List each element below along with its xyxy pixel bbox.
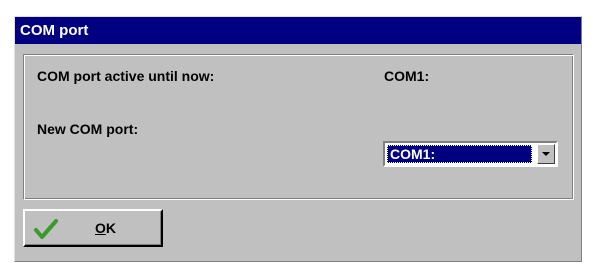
- ok-button-label: OK: [95, 220, 116, 236]
- active-port-value: COM1:: [384, 68, 430, 84]
- new-port-label: New COM port:: [37, 121, 139, 137]
- chevron-down-icon: [542, 151, 550, 156]
- active-port-label: COM port active until now:: [37, 68, 215, 84]
- new-port-select-value[interactable]: COM1:: [387, 145, 532, 163]
- com-port-dialog: COM port COM port active until now: COM1…: [14, 16, 582, 262]
- ok-mnemonic: O: [95, 220, 106, 236]
- ok-button[interactable]: OK: [23, 209, 163, 247]
- dialog-title: COM port: [15, 17, 581, 44]
- check-icon: [34, 219, 58, 239]
- new-port-select[interactable]: COM1:: [383, 141, 558, 167]
- dropdown-button[interactable]: [537, 144, 555, 164]
- com-port-group: COM port active until now: COM1: New COM…: [23, 54, 574, 200]
- ok-label-rest: K: [105, 220, 117, 236]
